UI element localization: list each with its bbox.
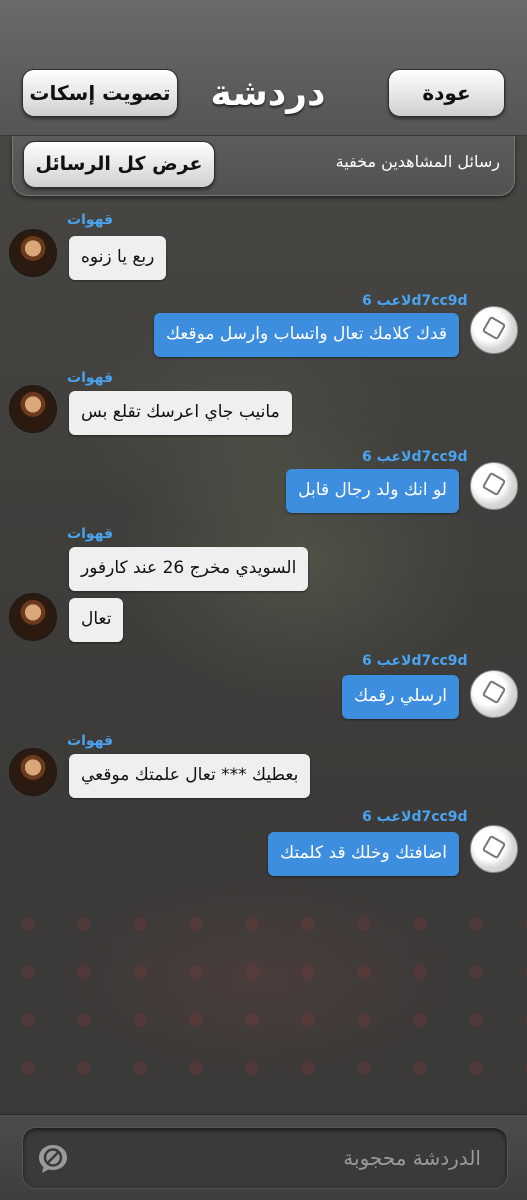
- sender-name: قهوات: [67, 212, 114, 228]
- message-bubble: اضافتك وخلك قد كلمتك: [268, 832, 459, 876]
- chat-input[interactable]: الدردشة محجوبة: [22, 1127, 508, 1189]
- avatar[interactable]: [470, 462, 518, 510]
- message-bubble: السويدي مخرج 26 عند كارفور: [69, 547, 309, 591]
- avatar[interactable]: [9, 593, 57, 641]
- viewer-messages-notice: عرض كل الرسائل رسائل المشاهدين مخفية: [12, 136, 515, 196]
- message-bubble: تعال: [69, 598, 124, 642]
- sender-name: قهوات: [67, 526, 114, 542]
- page-title: دردشة: [210, 73, 326, 114]
- chat-header: تصويت إسكات دردشة عودة: [0, 0, 527, 136]
- avatar[interactable]: [9, 385, 57, 433]
- message-bubble: قدك كلامك تعال واتساب وارسل موقعك: [153, 313, 459, 357]
- show-all-messages-button[interactable]: عرض كل الرسائل: [23, 141, 215, 188]
- sender-name: لاعب 6d7cc9d: [362, 449, 468, 465]
- sender-name: قهوات: [67, 370, 114, 386]
- message-bubble: ارسلي رقمك: [342, 675, 459, 719]
- avatar[interactable]: [9, 748, 57, 796]
- chat-blocked-icon: [39, 1145, 67, 1173]
- avatar[interactable]: [470, 825, 518, 873]
- chat-input-placeholder: الدردشة محجوبة: [343, 1146, 481, 1170]
- sender-name: لاعب 6d7cc9d: [362, 293, 468, 309]
- avatar[interactable]: [470, 306, 518, 354]
- hidden-messages-text: رسائل المشاهدين مخفية: [335, 152, 500, 171]
- message-bubble: مانيب جاي اعرسك تقلع بس: [69, 391, 292, 435]
- back-button[interactable]: عودة: [388, 69, 505, 117]
- message-bubble: ربع يا زنوه: [69, 236, 167, 280]
- avatar[interactable]: [470, 670, 518, 718]
- message-bubble: لو انك ولد رجال قابل: [286, 469, 459, 513]
- background-pattern: [0, 900, 527, 1100]
- sender-name: لاعب 6d7cc9d: [362, 809, 468, 825]
- message-bubble: بعطيك *** تعال علمتك موقعي: [69, 754, 311, 798]
- mute-vote-button[interactable]: تصويت إسكات: [22, 69, 178, 117]
- sender-name: لاعب 6d7cc9d: [362, 653, 468, 669]
- sender-name: قهوات: [67, 733, 114, 749]
- chat-footer: الدردشة محجوبة: [0, 1114, 527, 1200]
- avatar[interactable]: [9, 229, 57, 277]
